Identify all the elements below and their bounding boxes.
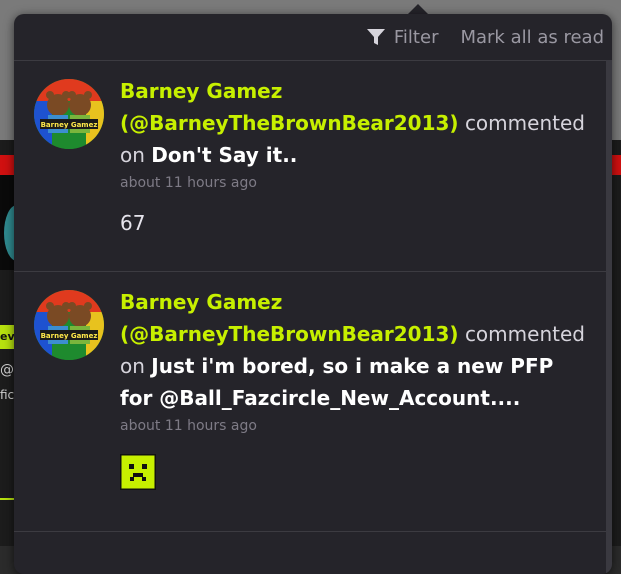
author-name[interactable]: Barney Gamez [120,290,282,314]
divider-fragment [0,498,14,500]
filter-button[interactable]: Filter [366,26,439,48]
action-text: commented [464,322,585,346]
comment-body: 67 [120,211,146,235]
handle-fragment: @ [0,362,14,378]
notification-item[interactable]: Barney Gamez Barney Gamez (@BarneyTheBro… [14,272,606,532]
filter-label: Filter [393,26,439,48]
target-link[interactable]: Just i'm bored, so i make a new PFP for … [120,354,553,410]
mark-all-read-button[interactable]: Mark all as read [460,27,604,48]
author-handle[interactable]: (@BarneyTheBrownBear2013) [120,322,459,346]
badge-fragment: ev [0,325,15,349]
avatar[interactable]: Barney Gamez [34,290,104,360]
badge-fragment-text: ev [0,330,15,343]
author-name[interactable]: Barney Gamez [120,79,282,103]
scrollbar[interactable] [606,60,612,574]
notification-item[interactable]: Barney Gamez Barney Gamez (@BarneyTheBro… [14,61,606,272]
timestamp: about 11 hours ago [120,175,257,191]
notifications-dropdown: Filter Mark all as read Barney Gamez Bar… [14,14,612,574]
filter-icon [366,29,385,45]
notification-list: Barney Gamez Barney Gamez (@BarneyTheBro… [14,61,606,532]
avatar-image: Barney Gamez [34,79,104,149]
notification-text: Barney Gamez (@BarneyTheBrownBear2013) c… [120,75,590,171]
action-text: commented [464,111,585,135]
text-fragment: fic [0,388,15,402]
preposition-text: on [120,143,145,167]
target-link[interactable]: Don't Say it.. [151,143,297,167]
sad-face-icon [118,452,158,492]
notification-content: Barney Gamez (@BarneyTheBrownBear2013) c… [118,286,590,492]
avatar-text: Barney Gamez [41,121,98,129]
avatar-image: Barney Gamez [34,290,104,360]
avatar-text: Barney Gamez [41,332,98,340]
preposition-text: on [120,354,145,378]
timestamp: about 11 hours ago [120,418,257,434]
notification-text: Barney Gamez (@BarneyTheBrownBear2013) c… [120,286,590,414]
avatar[interactable]: Barney Gamez [34,79,104,149]
author-handle[interactable]: (@BarneyTheBrownBear2013) [120,111,459,135]
notification-content: Barney Gamez (@BarneyTheBrownBear2013) c… [120,75,590,235]
notifications-header: Filter Mark all as read [14,14,612,61]
